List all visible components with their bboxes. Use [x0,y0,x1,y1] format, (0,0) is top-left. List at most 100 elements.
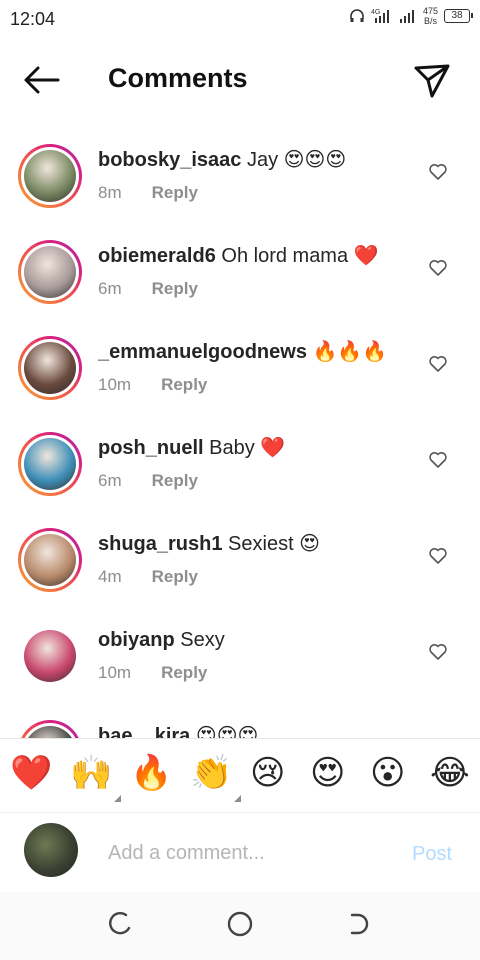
avatar-story-ring[interactable] [18,624,82,688]
avatar-story-ring[interactable] [18,528,82,592]
comment-body: bae__kira 😍😍😍 [98,723,418,738]
comment-username[interactable]: bobosky_isaac [98,149,241,171]
avatar-frame [21,339,79,397]
reply-button[interactable]: Reply [152,567,198,587]
comment-username[interactable]: obiyanp [98,629,175,651]
comments-list[interactable]: bobosky_isaac Jay 😍😍😍 8m Reply obiemeral… [0,130,480,738]
quick-emoji-button[interactable]: 🔥 [130,753,172,793]
comment-time: 10m [98,375,132,394]
comment-text: Oh lord mama ❤️ [215,245,379,267]
speed-unit: B/s [423,16,437,26]
recents-icon[interactable] [106,910,134,938]
avatar-story-ring[interactable] [18,336,82,400]
avatar-story-ring[interactable] [18,720,82,738]
comment-body: shuga_rush1 Sexiest 😍 4m Reply [98,531,418,587]
heart-icon[interactable] [428,450,448,470]
comment-row: _emmanuelgoodnews 🔥🔥🔥 10m Reply [0,322,480,418]
heart-icon[interactable] [428,354,448,374]
comment-body: obiyanp Sexy 10m Reply [98,627,418,683]
back-icon[interactable] [346,910,374,938]
avatar-frame [21,435,79,493]
comment-username[interactable]: obiemerald6 [98,245,216,267]
quick-emoji-button[interactable]: 🙌 [70,753,112,793]
comment-text-line: obiemerald6 Oh lord mama ❤️ [98,243,418,269]
avatar [24,823,78,877]
quick-emoji-button[interactable]: 👏 [190,753,232,793]
comment-text-line: _emmanuelgoodnews 🔥🔥🔥 [98,339,418,365]
system-nav-bar [0,892,480,960]
comment-meta: 4m Reply [98,567,418,587]
avatar-frame [21,531,79,589]
quick-emoji-button[interactable]: 😮 [370,753,405,793]
battery-icon: 38 [444,9,473,23]
reply-button[interactable]: Reply [161,375,207,395]
avatar-story-ring[interactable] [18,144,82,208]
quick-emoji-button[interactable]: ❤️ [10,753,52,793]
comment-text: 🔥🔥🔥 [306,341,388,363]
comment-text: 😍😍😍 [190,725,259,738]
quick-emoji-button[interactable]: 😂 [430,753,470,793]
avatar [24,246,76,298]
comment-time: 6m [98,279,122,298]
reply-button[interactable]: Reply [161,663,207,683]
avatar-frame [21,243,79,301]
quick-emoji-button[interactable]: 😢 [250,753,285,793]
svg-text:4G: 4G [371,9,380,16]
quick-emoji-button[interactable]: 😍 [310,753,345,793]
comment-row: posh_nuell Baby ❤️ 6m Reply [0,418,480,514]
avatar [24,438,76,490]
page-title: Comments [108,63,248,93]
header: Comments [0,50,480,110]
status-bar: 12:04 4G 475 B/s 38 [0,0,480,38]
comment-username[interactable]: posh_nuell [98,437,204,459]
avatar [24,534,76,586]
comment-meta: 8m Reply [98,183,418,203]
comment-body: _emmanuelgoodnews 🔥🔥🔥 10m Reply [98,339,418,395]
avatar [24,150,76,202]
signal-icon-2 [399,10,414,23]
reply-button[interactable]: Reply [152,183,198,203]
comment-text: Sexy [174,629,225,651]
skin-tone-indicator [114,795,121,802]
avatar-story-ring[interactable] [18,432,82,496]
comment-time: 8m [98,183,122,202]
avatar-frame [21,723,79,738]
comment-body: bobosky_isaac Jay 😍😍😍 8m Reply [98,147,418,203]
status-icons: 4G 475 B/s 38 [349,6,473,26]
avatar [24,726,76,738]
headset-icon [350,9,364,22]
comment-composer: Post [0,812,480,892]
heart-icon[interactable] [428,642,448,662]
comment-text-line: shuga_rush1 Sexiest 😍 [98,531,418,557]
avatar [24,630,76,682]
comment-username[interactable]: shuga_rush1 [98,533,222,555]
comment-body: posh_nuell Baby ❤️ 6m Reply [98,435,418,491]
comment-time: 4m [98,567,122,586]
heart-icon[interactable] [428,162,448,182]
network-speed: 475 B/s [423,6,438,26]
comment-meta: 6m Reply [98,279,418,299]
heart-icon[interactable] [428,546,448,566]
comment-text: Sexiest 😍 [222,533,321,555]
comment-username[interactable]: _emmanuelgoodnews [98,341,307,363]
quick-emoji-bar: ❤️ 🙌 🔥 👏 😢 😍 😮 😂 [0,738,480,812]
paper-plane-icon[interactable] [412,60,452,100]
avatar-frame [21,147,79,205]
comment-input[interactable] [108,839,398,867]
comment-username[interactable]: bae__kira [98,725,190,738]
comment-row: bae__kira 😍😍😍 [0,706,480,738]
avatar-story-ring[interactable] [18,240,82,304]
reply-button[interactable]: Reply [152,471,198,491]
avatar [24,342,76,394]
comment-time: 10m [98,663,132,682]
post-button[interactable]: Post [412,843,452,866]
arrow-left-icon[interactable] [22,62,62,98]
comment-body: obiemerald6 Oh lord mama ❤️ 6m Reply [98,243,418,299]
comment-text: Baby ❤️ [203,437,286,459]
status-time: 12:04 [10,9,56,29]
heart-icon[interactable] [428,258,448,278]
home-circle-icon[interactable] [226,910,254,938]
comment-row: shuga_rush1 Sexiest 😍 4m Reply [0,514,480,610]
reply-button[interactable]: Reply [152,279,198,299]
comment-text: Jay 😍😍😍 [241,149,347,171]
